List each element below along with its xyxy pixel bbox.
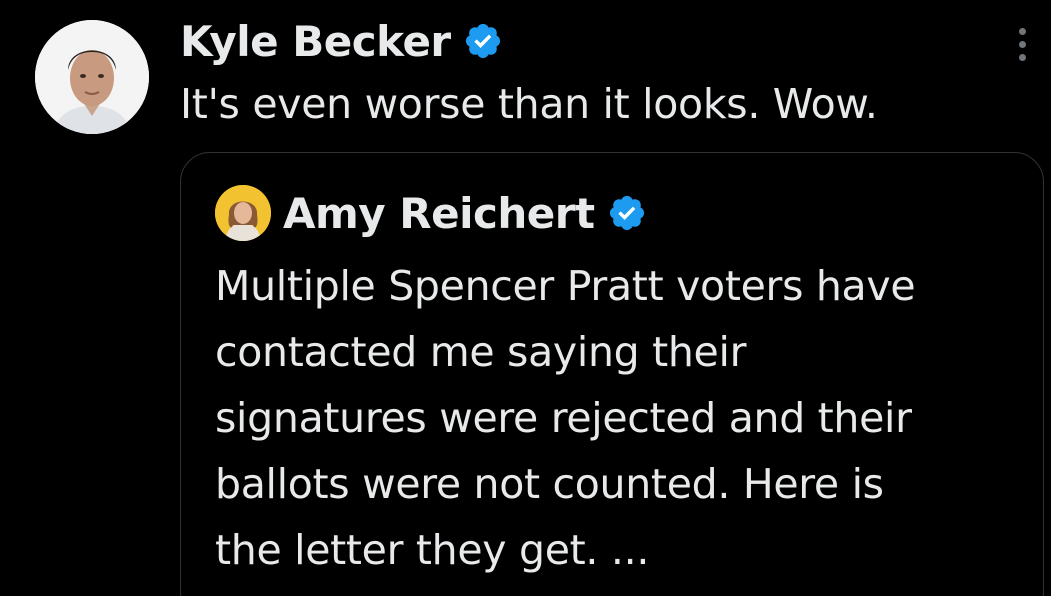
author-row: Kyle Becker [180, 12, 503, 70]
quoted-author-row: Amy Reichert [215, 183, 647, 243]
quoted-text-line: Multiple Spencer Pratt voters have [215, 262, 916, 310]
quoted-avatar[interactable] [215, 185, 271, 241]
quoted-text-line: the letter they get. ... [215, 526, 650, 574]
quoted-tweet-text: Multiple Spencer Pratt voters have conta… [215, 253, 1015, 583]
avatar-image [35, 20, 149, 134]
quoted-avatar-image [215, 185, 271, 241]
verified-badge-icon [465, 23, 500, 59]
more-dot [1018, 40, 1026, 48]
more-dot [1018, 53, 1026, 61]
quoted-tweet-card[interactable]: Amy Reichert Multiple Spencer Pratt vote… [180, 152, 1044, 596]
tweet-text: It's even worse than it looks. Wow. [180, 80, 878, 128]
quoted-author-name[interactable]: Amy Reichert [283, 189, 595, 238]
tweet: Kyle Becker It's even worse than it look… [0, 0, 1051, 596]
verified-badge-icon [609, 195, 644, 231]
quoted-text-line: contacted me saying their [215, 328, 747, 376]
quoted-text-line: signatures were rejected and their [215, 394, 912, 442]
quoted-text-line: ballots were not counted. Here is [215, 460, 884, 508]
avatar[interactable] [35, 20, 149, 134]
more-options-icon[interactable] [1008, 24, 1036, 64]
author-name[interactable]: Kyle Becker [180, 17, 451, 66]
more-dot [1018, 27, 1026, 35]
